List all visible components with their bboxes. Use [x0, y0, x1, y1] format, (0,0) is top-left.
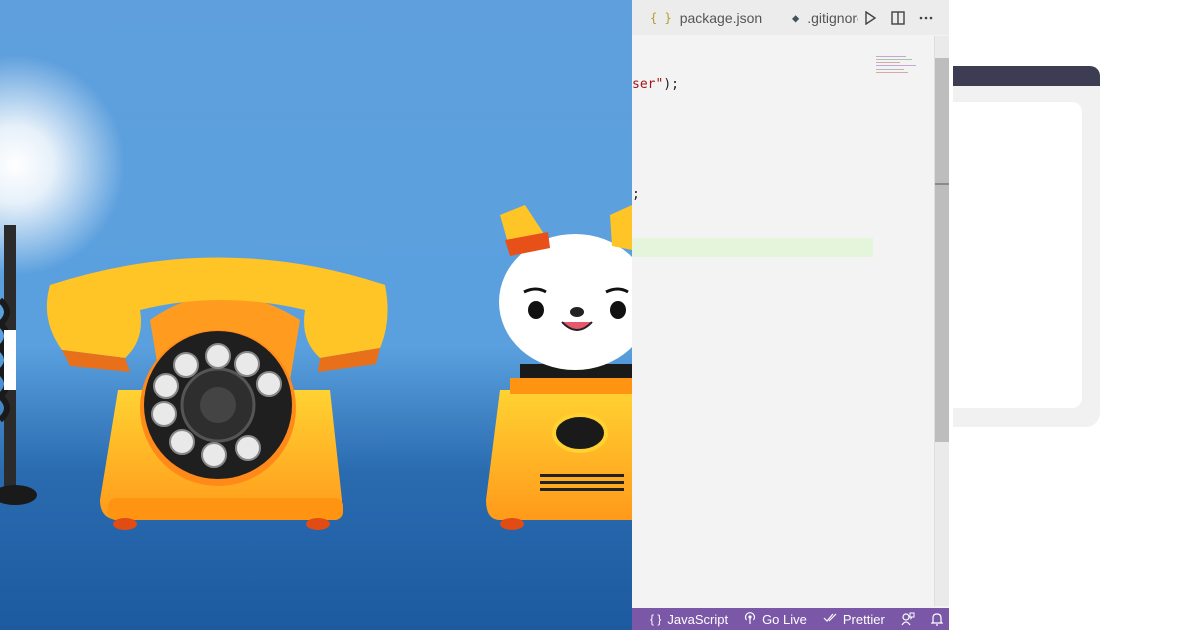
language-mode[interactable]: { } JavaScript [650, 612, 728, 627]
run-icon[interactable] [861, 9, 879, 27]
tab-package-json[interactable]: { } package.json [650, 0, 762, 35]
window-content [953, 102, 1082, 408]
braces-icon: { } [650, 612, 662, 626]
editor-actions [861, 0, 949, 35]
bell-icon[interactable] [930, 612, 943, 626]
hero-illustration [0, 0, 632, 630]
code-area[interactable]: ser"); ; [632, 36, 873, 606]
more-actions-icon[interactable] [917, 9, 935, 27]
scrollbar-marker [935, 183, 949, 185]
code-line: ser"); [632, 77, 679, 92]
feedback-icon[interactable] [901, 612, 915, 626]
window-titlebar [953, 66, 1100, 86]
tab-label: package.json [679, 9, 763, 26]
split-editor-icon[interactable] [889, 9, 907, 27]
code-editor: { } package.json ◆ .gitignore ser"); ; [632, 0, 949, 630]
minimap[interactable] [872, 54, 934, 94]
code-line: ; [632, 187, 640, 202]
git-icon: ◆ [792, 10, 800, 25]
tab-label: .gitignore [807, 9, 858, 26]
scrollbar-thumb[interactable] [935, 58, 949, 442]
go-live-button[interactable]: Go Live [744, 612, 807, 627]
tab-gitignore[interactable]: ◆ .gitignore [792, 0, 858, 35]
prettier-status[interactable]: Prettier [823, 612, 885, 627]
retro-phones-illustration [0, 0, 632, 630]
braces-icon: { } [650, 10, 672, 25]
broadcast-icon [744, 611, 756, 627]
current-line-highlight [632, 238, 873, 257]
double-check-icon [823, 612, 837, 626]
status-bar: { } JavaScript Go Live Prettier [632, 608, 949, 630]
editor-tab-bar: { } package.json ◆ .gitignore [632, 0, 949, 35]
